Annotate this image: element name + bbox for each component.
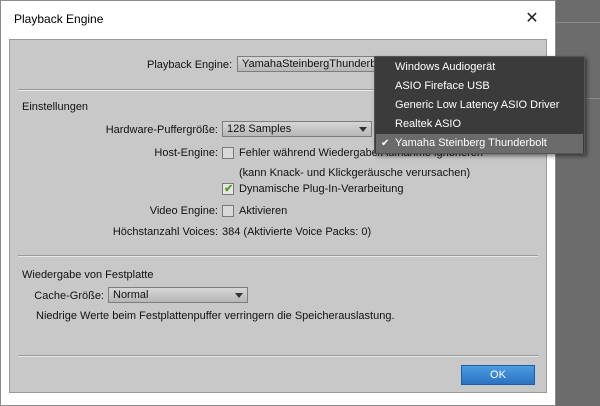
video-engine-checkbox[interactable]: [222, 205, 234, 217]
cache-size-value: Normal: [113, 289, 149, 301]
disk-playback-heading: Wiedergabe von Festplatte: [22, 269, 154, 281]
buffer-size-label: Hardware-Puffergröße:: [105, 124, 218, 136]
host-engine-note: (kann Knack- und Klickgeräusche verursac…: [239, 167, 471, 179]
max-voices-value: 384 (Aktivierte Voice Packs: 0): [222, 226, 372, 238]
window-title: Playback Engine: [14, 12, 104, 26]
dynamic-plugin-checkbox[interactable]: ✔: [222, 183, 234, 195]
ok-button[interactable]: OK: [461, 365, 535, 385]
dynamic-plugin-label: Dynamische Plug-In-Verarbeitung: [239, 183, 404, 195]
dropdown-item-windows-audio[interactable]: Windows Audiogerät: [376, 58, 583, 77]
playback-engine-select[interactable]: YamahaSteinbergThunderbolt: [237, 56, 387, 72]
dropdown-item-generic-asio[interactable]: Generic Low Latency ASIO Driver: [376, 96, 583, 115]
dropdown-item-label: Generic Low Latency ASIO Driver: [395, 99, 560, 111]
video-engine-option: Aktivieren: [239, 205, 288, 217]
host-engine-label: Host-Engine:: [154, 147, 218, 159]
title-bar: Playback Engine ✕: [1, 1, 555, 37]
disk-buffer-note: Niedrige Werte beim Festplattenpuffer ve…: [36, 310, 395, 322]
max-voices-label: Höchstanzahl Voices:: [112, 226, 218, 238]
cache-size-label: Cache-Größe:: [34, 290, 104, 302]
cache-size-select[interactable]: Normal: [108, 287, 248, 303]
playback-engine-dropdown: Windows Audiogerät ASIO Fireface USB Gen…: [374, 56, 585, 154]
playback-engine-label: Playback Engine:: [147, 59, 232, 71]
buffer-size-select[interactable]: 128 Samples: [222, 121, 372, 137]
dropdown-item-asio-fireface[interactable]: ASIO Fireface USB: [376, 77, 583, 96]
playback-engine-value: YamahaSteinbergThunderbolt: [242, 58, 387, 70]
divider-highlight: [18, 356, 538, 357]
check-icon: ✔: [224, 183, 234, 195]
chevron-down-icon: [359, 127, 367, 132]
settings-heading: Einstellungen: [22, 101, 89, 113]
close-icon[interactable]: ✕: [519, 7, 545, 31]
dropdown-item-yamaha-thunderbolt[interactable]: ✔ Yamaha Steinberg Thunderbolt: [376, 134, 583, 153]
video-engine-label: Video Engine:: [149, 205, 218, 217]
dropdown-item-label: ASIO Fireface USB: [395, 80, 490, 92]
background-gridline: [556, 22, 600, 23]
host-engine-checkbox[interactable]: [222, 147, 234, 159]
chevron-down-icon: [235, 293, 243, 298]
divider-highlight: [18, 256, 538, 257]
check-icon: ✔: [381, 138, 390, 149]
buffer-size-value: 128 Samples: [227, 123, 292, 135]
dropdown-item-realtek-asio[interactable]: Realtek ASIO: [376, 115, 583, 134]
dropdown-item-label: Windows Audiogerät: [395, 61, 496, 73]
dropdown-item-label: Realtek ASIO: [395, 118, 462, 130]
dropdown-item-label: Yamaha Steinberg Thunderbolt: [395, 137, 547, 149]
